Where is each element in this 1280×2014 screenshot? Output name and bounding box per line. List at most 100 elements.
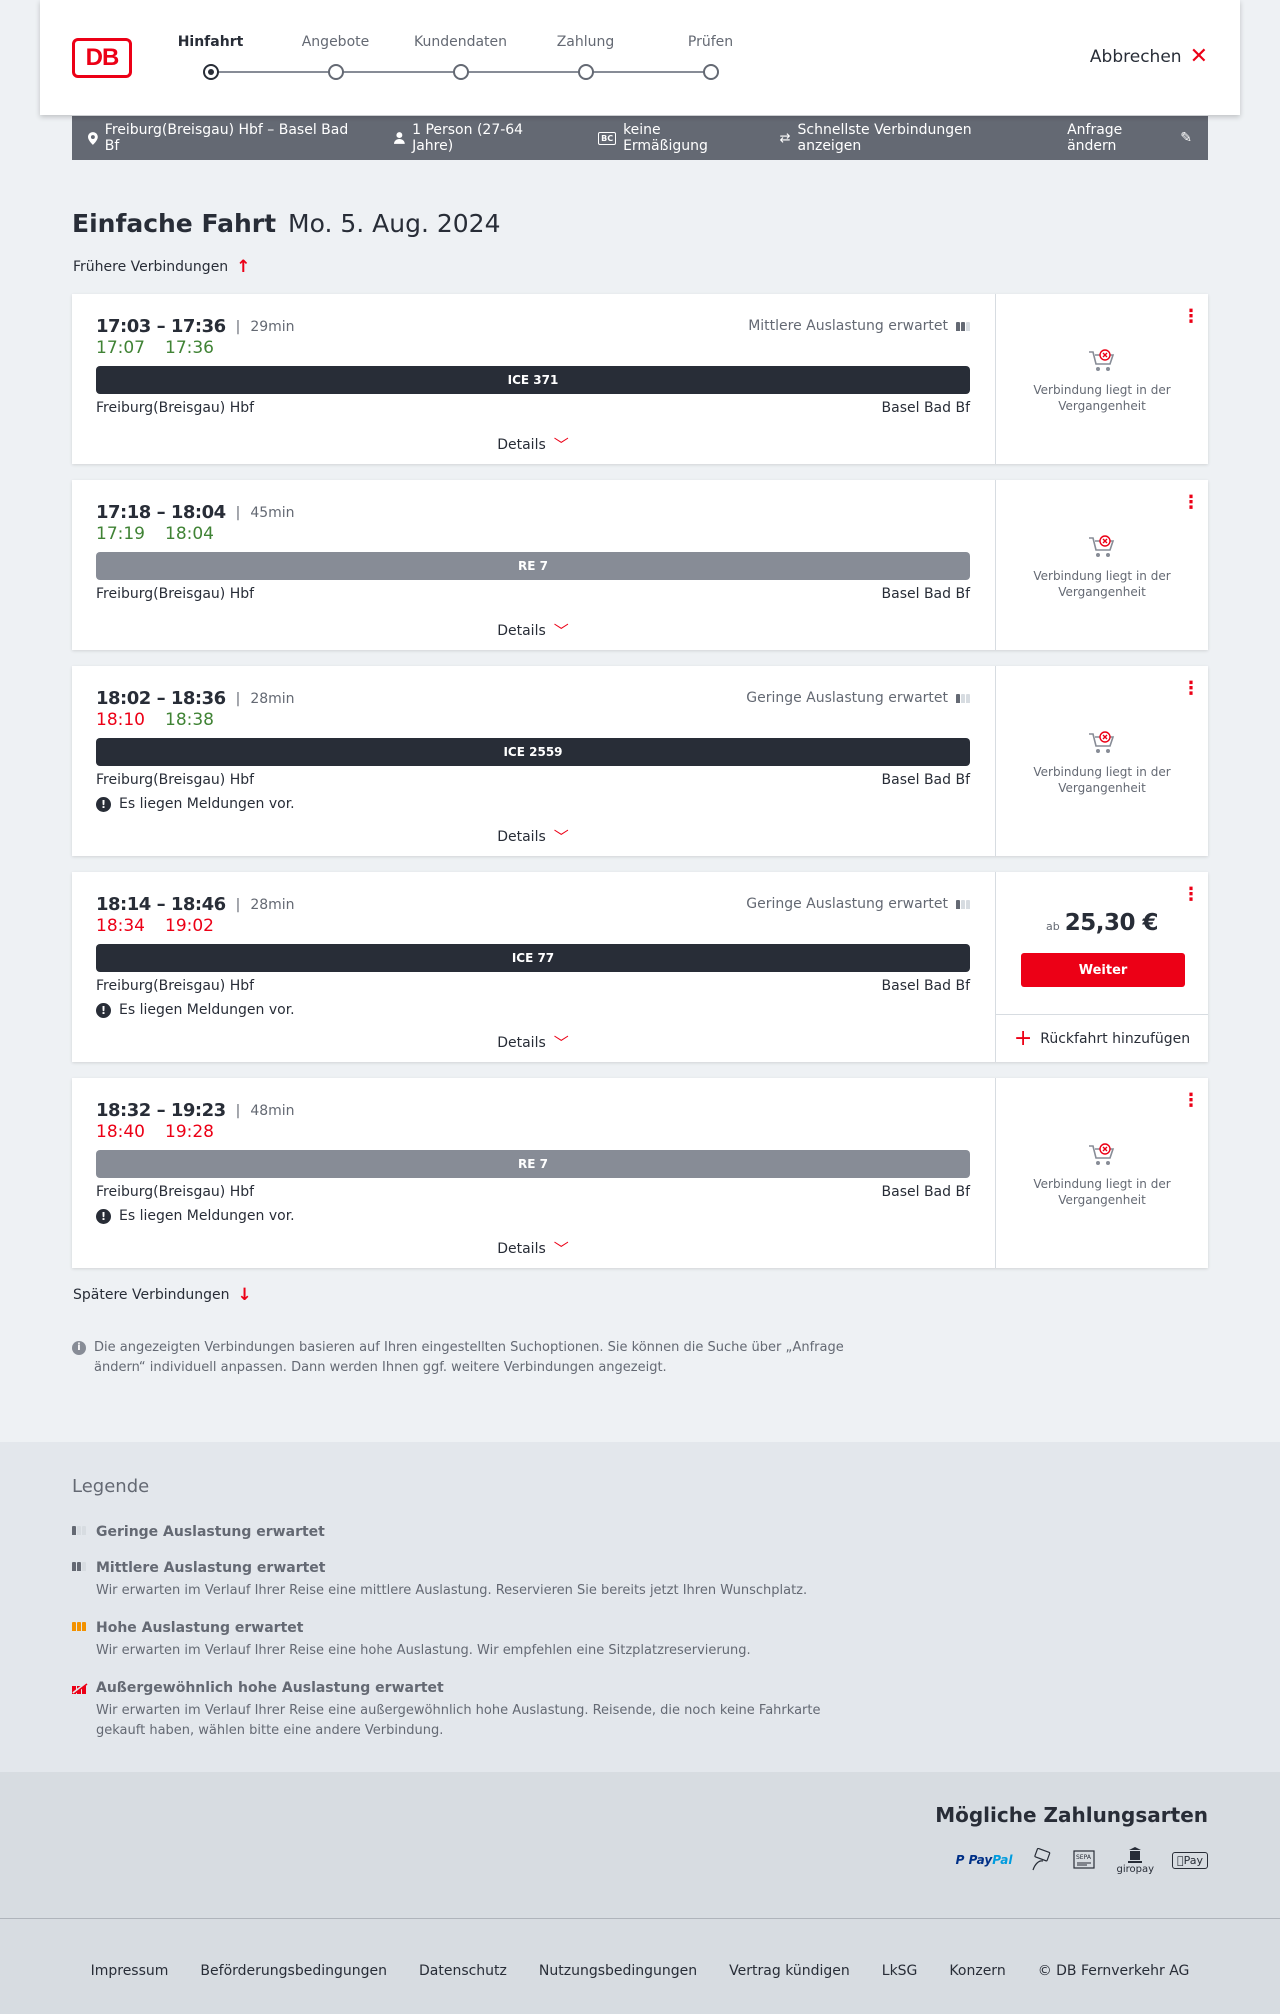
change-request-button[interactable]: Anfrage ändern ✎ (1067, 122, 1192, 154)
step-label: Prüfen (687, 34, 734, 50)
realtime-times: 17:07 17:36 (96, 338, 214, 358)
step-label: Kundendaten (413, 34, 508, 50)
occupancy-medium-icon (956, 321, 970, 331)
cancel-button[interactable]: Abbrechen ✕ (1090, 46, 1208, 68)
credit-card-icon (1030, 1845, 1054, 1875)
more-options-icon[interactable]: ⋮ (1182, 308, 1200, 326)
step-dot (577, 64, 594, 80)
step-dot (327, 64, 344, 80)
occupancy-medium-icon (72, 1562, 86, 1571)
more-options-icon[interactable]: ⋮ (1182, 1092, 1200, 1110)
progress-steps: Hinfahrt Angebote Kundendaten Zahlung Pr… (170, 34, 790, 84)
footer-link-nutzungsbedingungen[interactable]: Nutzungsbedingungen (539, 1963, 697, 1979)
footer-link-befoerderungsbedingungen[interactable]: Beförderungsbedingungen (200, 1963, 387, 1979)
paypal-icon: P Pay Pal (955, 1853, 1013, 1867)
more-options-icon[interactable]: ⋮ (1182, 680, 1200, 698)
occupancy-text: Mittlere Auslastung erwartet (748, 318, 948, 334)
exclamation-icon: ! (96, 1002, 111, 1018)
train-bar[interactable]: ICE 2559 (96, 738, 970, 766)
notice-message[interactable]: ! Es liegen Meldungen vor. (96, 1208, 295, 1224)
occupancy-text: Geringe Auslastung erwartet (746, 896, 948, 912)
notice-text: Es liegen Meldungen vor. (119, 1002, 295, 1018)
step-zahlung: Zahlung (523, 34, 648, 80)
later-connections-link[interactable]: Spätere Verbindungen ↓ (73, 1285, 252, 1305)
footer-link-impressum[interactable]: Impressum (91, 1963, 169, 1979)
giropay-text: giropay (1116, 1863, 1154, 1875)
train-bar[interactable]: ICE 371 (96, 366, 970, 394)
duration: 29min (250, 318, 295, 335)
details-toggle[interactable]: Details ﹀ (72, 1032, 994, 1053)
step-dot (702, 64, 719, 80)
departure-station: Freiburg(Breisgau) Hbf (96, 978, 255, 994)
realtime-arrival: 19:02 (165, 916, 214, 936)
chevron-down-icon: ﹀ (553, 828, 569, 846)
separator: | (235, 896, 241, 913)
details-toggle[interactable]: Details ﹀ (72, 434, 994, 455)
legend-title: Legende (72, 1476, 150, 1497)
realtime-arrival: 17:36 (165, 338, 214, 358)
footer-link-lksg[interactable]: LkSG (882, 1963, 918, 1979)
details-toggle[interactable]: Details ﹀ (72, 1238, 994, 1259)
connection-card: 18:14 – 18:46 | 28min 18:34 19:02 Geringe A… (72, 872, 1208, 1062)
fastest-text: Schnellste Verbindungen anzeigen (797, 122, 972, 154)
footer-links: Impressum Beförderungsbedingungen Datens… (0, 1963, 1280, 1979)
occupancy-text: Geringe Auslastung erwartet (746, 690, 948, 706)
trip-type: Einfache Fahrt (72, 209, 277, 238)
earlier-connections-link[interactable]: Frühere Verbindungen ↑ (73, 257, 250, 277)
planned-times: 17:18 – 18:04 | 45min (96, 502, 295, 523)
offer-panel: ⋮ Verbindung liegt in der Vergangenheit (995, 666, 1208, 856)
planned-times: 17:03 – 17:36 | 29min (96, 316, 295, 337)
chevron-down-icon: ﹀ (553, 622, 569, 640)
notice-message[interactable]: ! Es liegen Meldungen vor. (96, 796, 295, 812)
realtime-times: 17:19 18:04 (96, 524, 214, 544)
past-connection-text: Verbindung liegt in der Vergangenheit (1033, 383, 1171, 413)
planned-times: 18:32 – 19:23 | 48min (96, 1100, 295, 1121)
exclamation-icon: ! (96, 796, 111, 812)
legend-item-high: Hohe Auslastung erwartet Wir erwarten im… (72, 1620, 872, 1661)
db-logo[interactable]: DB (72, 38, 132, 78)
train-bar[interactable]: ICE 77 (96, 944, 970, 972)
details-toggle[interactable]: Details ﹀ (72, 620, 994, 641)
duration: 28min (250, 896, 295, 913)
footer-link-konzern[interactable]: Konzern (949, 1963, 1005, 1979)
arrival-station: Basel Bad Bf (881, 772, 970, 788)
arrow-down-icon: ↓ (237, 1285, 252, 1305)
notice-text: Es liegen Meldungen vor. (119, 1208, 295, 1224)
planned-times: 18:14 – 18:46 | 28min (96, 894, 295, 915)
cart-unavailable-icon (1089, 731, 1115, 753)
train-bar[interactable]: RE 7 (96, 1150, 970, 1178)
footer-link-vertrag-kuendigen[interactable]: Vertrag kündigen (729, 1963, 850, 1979)
connection-card: 17:03 – 17:36 | 29min 17:07 17:36 Mittlere … (72, 294, 1208, 464)
cart-unavailable-icon (1089, 1143, 1115, 1165)
continue-button[interactable]: Weiter (1021, 953, 1185, 987)
step-dot (202, 64, 219, 80)
connection-card: 18:32 – 19:23 | 48min 18:40 19:28 RE 7 Frei… (72, 1078, 1208, 1268)
more-options-icon[interactable]: ⋮ (1182, 886, 1200, 904)
details-toggle[interactable]: Details ﹀ (72, 826, 994, 847)
connection-card: 17:18 – 18:04 | 45min 17:19 18:04 RE 7 Frei… (72, 480, 1208, 650)
payment-title: Mögliche Zahlungsarten (935, 1803, 1208, 1827)
person-icon (394, 132, 406, 144)
footer-link-datenschutz[interactable]: Datenschutz (419, 1963, 507, 1979)
past-connection-notice: Verbindung liegt in der Vergangenheit (996, 534, 1208, 600)
occupancy-info: Mittlere Auslastung erwartet (748, 318, 970, 334)
departure-station: Freiburg(Breisgau) Hbf (96, 772, 255, 788)
more-options-icon[interactable]: ⋮ (1182, 494, 1200, 512)
connection-info: 17:03 – 17:36 | 29min 17:07 17:36 Mittlere … (72, 294, 994, 464)
occupancy-info: Geringe Auslastung erwartet (746, 690, 970, 706)
chevron-down-icon: ﹀ (553, 1034, 569, 1052)
add-return-trip-button[interactable]: + Rückfahrt hinzufügen (996, 1014, 1208, 1062)
train-bar[interactable]: RE 7 (96, 552, 970, 580)
past-connection-text: Verbindung liegt in der Vergangenheit (1033, 1177, 1171, 1207)
route-text: Freiburg(Breisgau) Hbf – Basel Bad Bf (104, 122, 349, 154)
sepa-text: SEPA (1076, 1854, 1092, 1861)
occupancy-info: Geringe Auslastung erwartet (746, 896, 970, 912)
notice-message[interactable]: ! Es liegen Meldungen vor. (96, 1002, 295, 1018)
price-value: 25,30 € (1064, 910, 1159, 936)
duration: 48min (250, 1102, 295, 1119)
paypal-text-a: Pay (968, 1853, 993, 1867)
step-angebote: Angebote (273, 34, 398, 80)
summary-discount: BC keine Ermäßigung (598, 122, 747, 154)
cancel-label: Abbrechen (1089, 47, 1182, 67)
paypal-text-b: Pal (992, 1853, 1013, 1867)
